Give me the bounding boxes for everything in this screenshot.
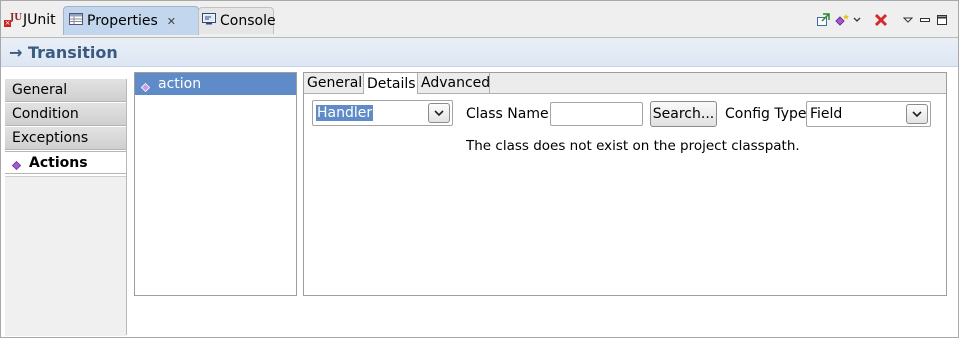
action-detail-panel: General Details Advanced Handler Class N… — [303, 72, 947, 296]
handler-combo-value: Handler — [316, 105, 374, 121]
maximize-icon[interactable] — [934, 10, 950, 30]
action-diamond-icon — [140, 80, 151, 92]
tab-label: Details — [367, 75, 416, 92]
chevron-down-icon[interactable] — [428, 103, 450, 123]
class-name-label: Class Name — [466, 106, 549, 122]
class-name-field[interactable] — [550, 102, 643, 126]
search-button-label: Search... — [652, 106, 715, 122]
tab-label: General — [307, 75, 363, 91]
view-menu-icon[interactable] — [900, 10, 916, 30]
view-toolbar — [812, 10, 950, 30]
config-type-label: Config Type — [725, 106, 807, 122]
tab-junit[interactable]: JU × JUnit — [4, 7, 60, 33]
tab-advanced[interactable]: Advanced — [418, 73, 490, 93]
tab-console-label: Console — [220, 13, 276, 29]
config-type-value: Field — [810, 106, 843, 122]
nav-divider — [126, 79, 127, 335]
tab-console[interactable]: Console — [198, 7, 276, 34]
classpath-warning-message: The class does not exist on the project … — [466, 138, 800, 154]
nav-item-exceptions[interactable]: Exceptions — [5, 127, 127, 150]
page-title-label: Transition — [27, 43, 118, 62]
junit-icon: JU × — [4, 13, 23, 27]
view-tab-bar: JU × JUnit Properties ✕ Console — [1, 1, 958, 38]
minimize-icon[interactable] — [916, 10, 934, 30]
list-item-label: action — [158, 76, 202, 92]
section-title-bar: → Transition — [1, 38, 958, 67]
nav-filler — [5, 176, 126, 336]
action-diamond-icon — [11, 158, 22, 171]
properties-icon — [69, 13, 83, 29]
nav-item-label: Condition — [12, 106, 79, 122]
nav-item-label: Actions — [29, 154, 88, 171]
search-button[interactable]: Search... — [650, 101, 717, 127]
tab-details[interactable]: Details — [364, 73, 418, 94]
nav-item-label: Exceptions — [12, 130, 89, 146]
properties-view: JU × JUnit Properties ✕ Console → Transi… — [0, 0, 959, 338]
chevron-down-icon[interactable] — [906, 104, 928, 124]
properties-nav: General Condition Exceptions Actions — [5, 79, 127, 175]
dropdown-chevron-icon[interactable] — [852, 10, 862, 30]
tab-junit-label: JUnit — [23, 12, 56, 28]
actions-list[interactable]: action — [134, 72, 297, 296]
tab-general[interactable]: General — [304, 73, 364, 93]
new-node-icon[interactable] — [834, 10, 852, 30]
nav-item-label: General — [12, 82, 68, 98]
tab-properties-label: Properties — [87, 13, 158, 29]
arrow-right-icon: → — [9, 43, 23, 62]
nav-item-condition[interactable]: Condition — [5, 103, 127, 126]
tab-label: Advanced — [421, 75, 491, 91]
detail-tab-bar: General Details Advanced — [304, 73, 946, 94]
close-tab-icon[interactable]: ✕ — [167, 15, 176, 28]
nav-item-actions[interactable]: Actions — [5, 151, 127, 174]
page-title: → Transition — [9, 43, 118, 62]
list-item[interactable]: action — [135, 73, 296, 95]
handler-combo[interactable]: Handler — [312, 100, 453, 126]
pin-editor-icon[interactable] — [812, 10, 834, 30]
nav-item-general[interactable]: General — [5, 79, 127, 102]
remove-red-x-icon[interactable] — [870, 10, 892, 30]
console-icon — [202, 13, 216, 29]
tab-properties[interactable]: Properties ✕ — [63, 6, 199, 35]
config-type-combo[interactable]: Field — [806, 101, 931, 127]
